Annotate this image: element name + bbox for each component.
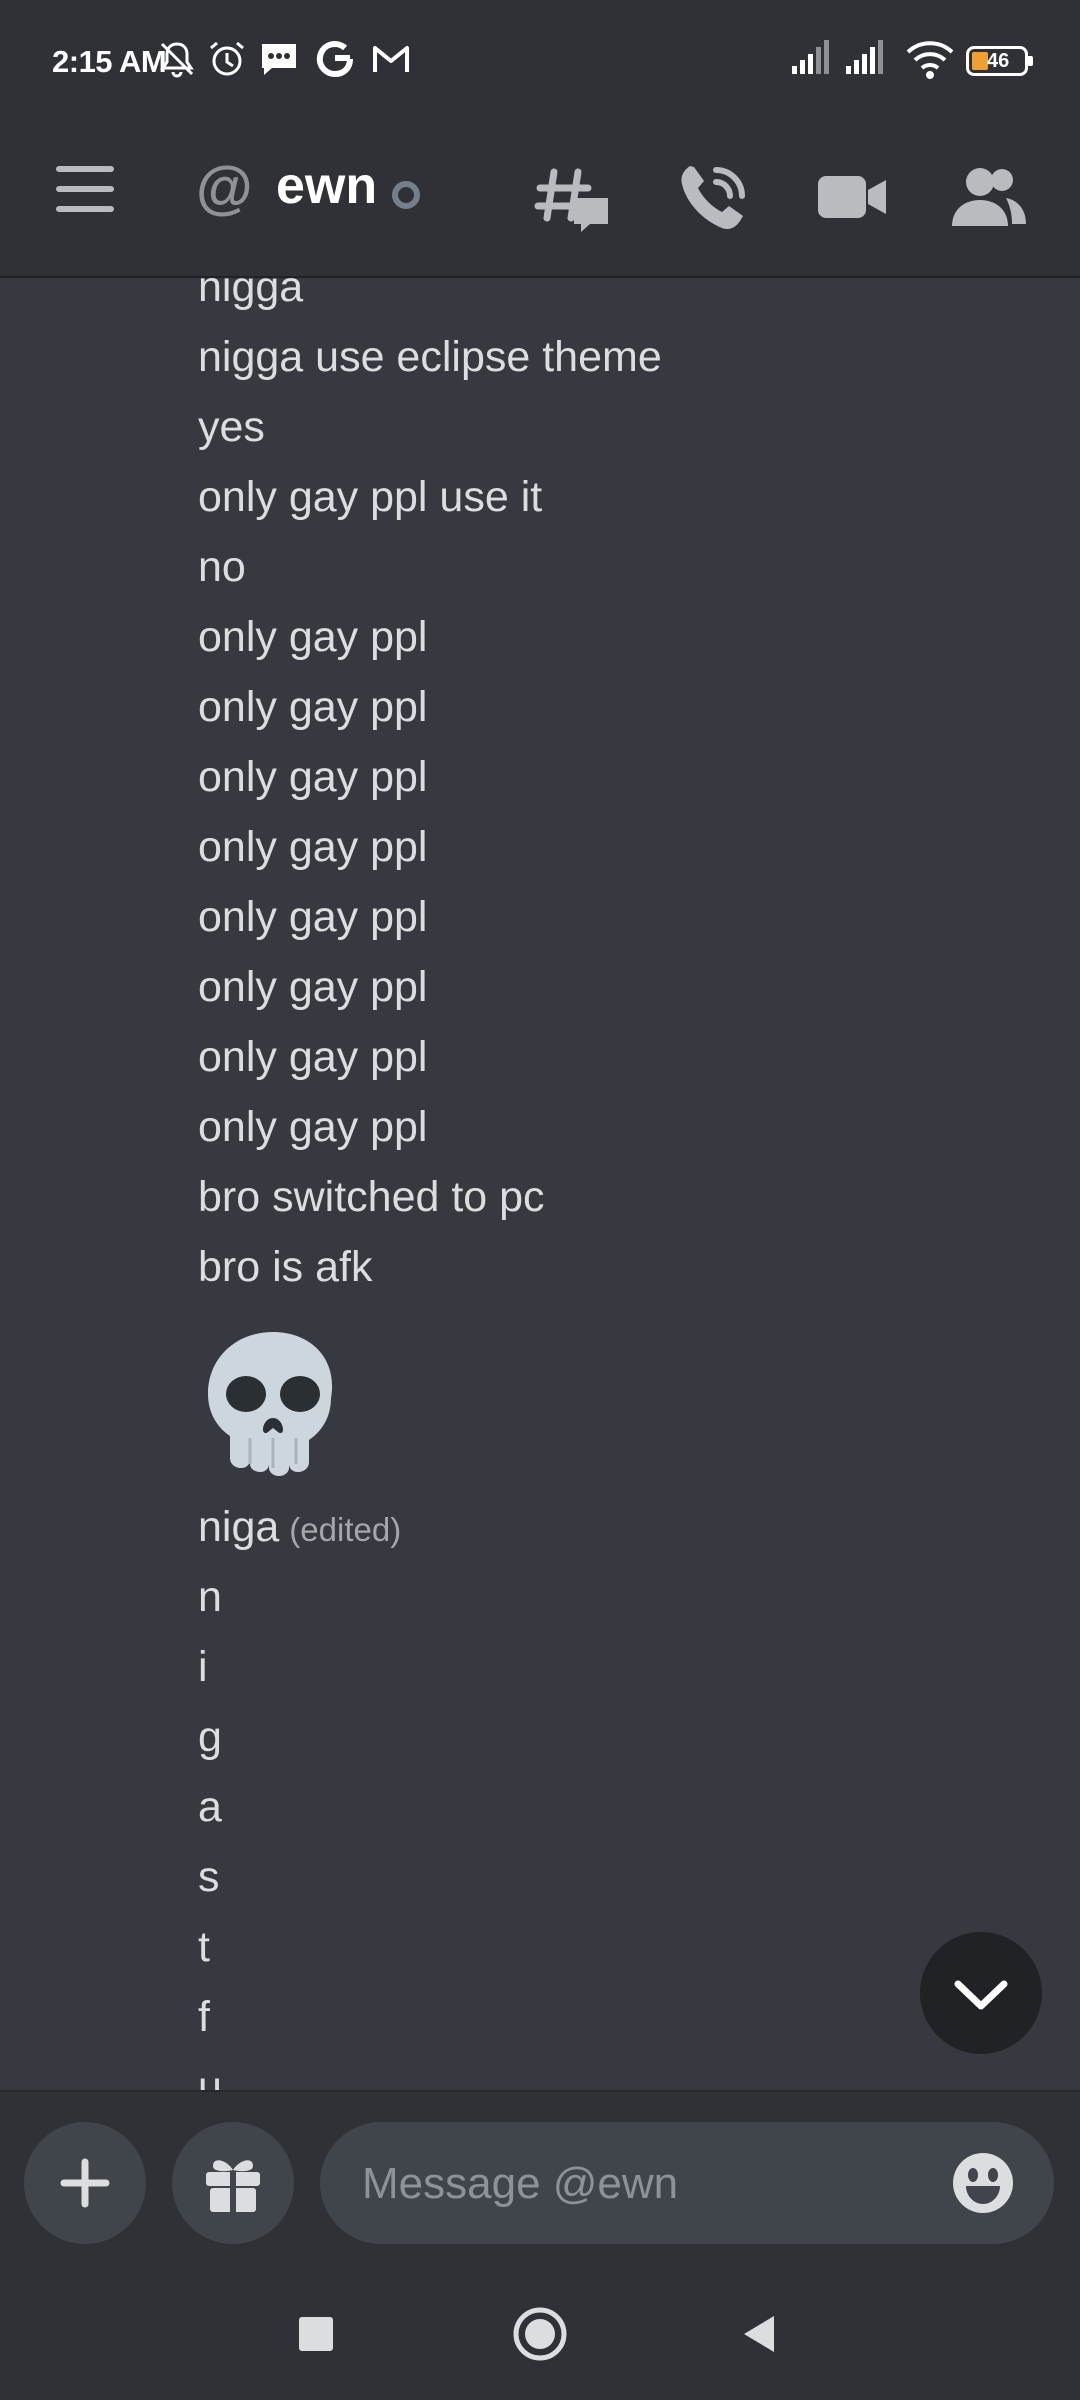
message[interactable]: yes	[198, 392, 662, 462]
gift-icon	[206, 2160, 260, 2212]
message[interactable]: only gay ppl	[198, 1092, 662, 1162]
message[interactable]: nigga	[198, 278, 662, 322]
message-emoji[interactable]	[198, 1302, 662, 1492]
battery-level	[972, 52, 988, 70]
messages-icon	[262, 44, 296, 75]
message[interactable]: no	[198, 532, 662, 602]
message-composer	[0, 2090, 1080, 2270]
presence-status-icon	[392, 181, 420, 209]
dm-at-symbol: @	[196, 155, 253, 220]
skull-icon	[208, 1332, 333, 1476]
message[interactable]: s	[198, 1842, 662, 1912]
google-icon	[316, 41, 353, 78]
message[interactable]: only gay ppl	[198, 742, 662, 812]
battery-icon: 46	[966, 46, 1033, 76]
add-icon	[60, 2158, 110, 2208]
messages-container: nigga nigga use eclipse theme yes only g…	[198, 278, 662, 2090]
message[interactable]: a	[198, 1772, 662, 1842]
message-input[interactable]	[360, 2122, 924, 2246]
jump-to-bottom-button[interactable]	[920, 1932, 1042, 2054]
message[interactable]: bro is afk	[198, 1232, 662, 1302]
message[interactable]: f	[198, 1982, 662, 2052]
message[interactable]: i	[198, 1632, 662, 1702]
message[interactable]: g	[198, 1702, 662, 1772]
message[interactable]: u	[198, 2052, 662, 2090]
message[interactable]: n	[198, 1562, 662, 1632]
message[interactable]: only gay ppl use it	[198, 462, 662, 532]
message-input-container	[320, 2122, 1054, 2246]
add-attachment-button[interactable]	[24, 2122, 146, 2244]
message[interactable]: t	[198, 1912, 662, 1982]
chevron-down-icon	[954, 1980, 1008, 2010]
notifications-off-icon	[160, 42, 194, 78]
gift-button[interactable]	[172, 2122, 294, 2244]
message[interactable]: only gay ppl	[198, 1022, 662, 1092]
video-icon[interactable]	[810, 156, 894, 240]
menu-icon[interactable]	[56, 166, 114, 212]
message-text: niga	[198, 1503, 280, 1551]
message[interactable]: nigga use eclipse theme	[198, 322, 662, 392]
channel-header: @ ewn	[0, 130, 1080, 278]
threads-icon[interactable]	[532, 156, 616, 240]
system-navigation-bar	[0, 2268, 1080, 2400]
message[interactable]: only gay ppl	[198, 882, 662, 952]
page-title: ewn	[276, 157, 378, 215]
status-time: 2:15 AM	[52, 44, 167, 79]
signal-icon	[846, 40, 883, 74]
message-list[interactable]: nigga nigga use eclipse theme yes only g…	[0, 278, 1080, 2090]
members-icon[interactable]	[946, 156, 1030, 240]
call-icon[interactable]	[672, 156, 756, 240]
alarm-icon	[210, 41, 244, 76]
message[interactable]: only gay ppl	[198, 952, 662, 1022]
battery-percent: 46	[987, 50, 1010, 72]
recents-icon[interactable]	[286, 2304, 346, 2364]
wifi-icon	[906, 41, 954, 79]
status-bar: 2:15 AM 46	[0, 0, 1080, 130]
home-icon[interactable]	[510, 2304, 570, 2364]
message-edited[interactable]: niga (edited)	[198, 1492, 662, 1562]
message[interactable]: bro switched to pc	[198, 1162, 662, 1232]
back-icon[interactable]	[730, 2304, 790, 2364]
message[interactable]: only gay ppl	[198, 812, 662, 882]
signal-icon	[792, 40, 829, 74]
emoji-icon[interactable]	[952, 2152, 1014, 2214]
message[interactable]: only gay ppl	[198, 602, 662, 672]
gmail-icon	[373, 46, 409, 72]
edited-label: (edited)	[289, 1511, 402, 1548]
message[interactable]: only gay ppl	[198, 672, 662, 742]
